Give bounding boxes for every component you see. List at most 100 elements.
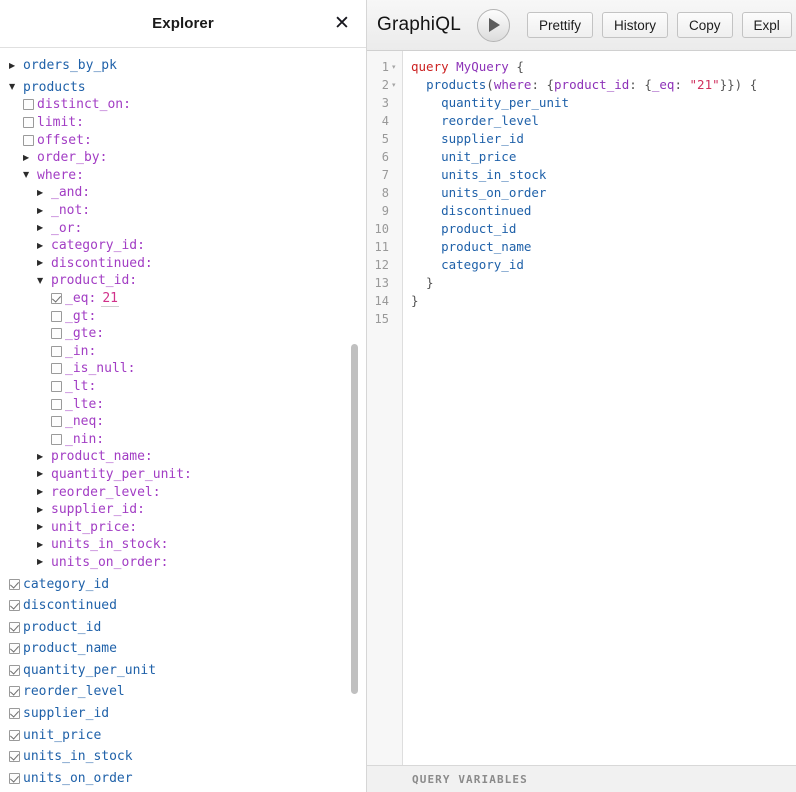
tree-item-where_discontinued[interactable]: ▶discontinued: [0,255,366,273]
tree-item-where_product_name[interactable]: ▶product_name: [0,448,366,466]
checkbox-_gt[interactable] [51,311,62,322]
tree-item-field_units_in_stock[interactable]: units_in_stock [0,748,366,766]
chevron-right-icon[interactable]: ▶ [37,523,48,531]
checkbox-_lte[interactable] [51,399,62,410]
chevron-right-icon[interactable]: ▶ [37,207,48,215]
tree-item-where_supplier_id[interactable]: ▶supplier_id: [0,501,366,519]
close-icon[interactable]: ✕ [332,14,352,34]
checkbox-offset[interactable] [23,135,34,146]
explorer-button[interactable]: Expl [742,12,792,38]
tree-item-field_category_id[interactable]: category_id [0,575,366,593]
tree-item-_nin[interactable]: _nin: [0,430,366,448]
copy-button[interactable]: Copy [677,12,733,38]
explorer-scrollbar-thumb[interactable] [351,344,358,694]
tree-item-where[interactable]: ▼where: [0,167,366,185]
tree-item-_is_null[interactable]: _is_null: [0,360,366,378]
chevron-right-icon[interactable]: ▶ [37,453,48,461]
checkbox-_is_null[interactable] [51,363,62,374]
tree-item-products[interactable]: ▼products [0,79,366,97]
tree-item-label: _lt: [65,379,96,394]
tree-item-where_unit_price[interactable]: ▶unit_price: [0,518,366,536]
tree-item-_gt[interactable]: _gt: [0,307,366,325]
chevron-down-icon[interactable]: ▼ [9,83,20,91]
chevron-right-icon[interactable]: ▶ [37,488,48,496]
checkbox-_nin[interactable] [51,434,62,445]
chevron-down-icon[interactable]: ▼ [23,171,34,179]
checkbox-limit[interactable] [23,117,34,128]
tree-item-_lte[interactable]: _lte: [0,395,366,413]
checkbox-field_units_on_order[interactable] [9,773,20,784]
fold-toggle-icon[interactable]: ▾ [392,81,398,89]
tree-item-_eq[interactable]: _eq:21 [0,290,366,308]
tree-item-field_product_name[interactable]: product_name [0,640,366,658]
code-token: units_on_order [411,185,546,200]
tree-item-where_product_id[interactable]: ▼product_id: [0,272,366,290]
tree-item-field_units_on_order[interactable]: units_on_order [0,770,366,788]
checkbox-_gte[interactable] [51,328,62,339]
tree-item-_and[interactable]: ▶_and: [0,184,366,202]
tree-item-order_by[interactable]: ▶order_by: [0,149,366,167]
checkbox-_neq[interactable] [51,416,62,427]
checkbox-_lt[interactable] [51,381,62,392]
chevron-down-icon[interactable]: ▼ [37,277,48,285]
chevron-right-icon[interactable]: ▶ [37,541,48,549]
tree-item-field_product_id[interactable]: product_id [0,618,366,636]
chevron-right-icon[interactable]: ▶ [37,189,48,197]
chevron-right-icon[interactable]: ▶ [23,154,34,162]
tree-item-field_reorder_level[interactable]: reorder_level [0,683,366,701]
checkbox-_in[interactable] [51,346,62,357]
tree-item-where_units_on_order[interactable]: ▶units_on_order: [0,554,366,572]
tree-item-label: product_id [23,620,101,635]
tree-item-offset[interactable]: offset: [0,131,366,149]
checkbox-field_discontinued[interactable] [9,600,20,611]
line-number: 11 [375,240,389,254]
prettify-button[interactable]: Prettify [527,12,593,38]
checkbox-field_reorder_level[interactable] [9,686,20,697]
tree-item-distinct_on[interactable]: distinct_on: [0,96,366,114]
tree-item-label: category_id: [51,238,145,253]
tree-item-where_quantity_per_unit[interactable]: ▶quantity_per_unit: [0,466,366,484]
checkbox-field_quantity_per_unit[interactable] [9,665,20,676]
checkbox-field_product_name[interactable] [9,643,20,654]
chevron-right-icon[interactable]: ▶ [37,506,48,514]
fold-toggle-icon[interactable]: ▾ [392,63,398,71]
tree-item-field_supplier_id[interactable]: supplier_id [0,705,366,723]
tree-item-value-input[interactable]: 21 [101,291,119,307]
chevron-right-icon[interactable]: ▶ [37,558,48,566]
tree-item-label: product_name: [51,449,153,464]
tree-item-orders_by_pk[interactable]: ▶orders_by_pk [0,57,366,75]
query-editor[interactable]: 1▾2▾3▾4▾5▾6▾7▾8▾9▾10▾11▾12▾13▾14▾15▾ que… [367,51,796,765]
chevron-right-icon[interactable]: ▶ [37,224,48,232]
history-button[interactable]: History [602,12,668,38]
tree-item-_in[interactable]: _in: [0,343,366,361]
checkbox-field_supplier_id[interactable] [9,708,20,719]
checkbox-_eq[interactable] [51,293,62,304]
tree-item-_or[interactable]: ▶_or: [0,219,366,237]
checkbox-field_category_id[interactable] [9,579,20,590]
tree-item-_lt[interactable]: _lt: [0,378,366,396]
tree-item-limit[interactable]: limit: [0,114,366,132]
tree-item-field_unit_price[interactable]: unit_price [0,726,366,744]
tree-item-_not[interactable]: ▶_not: [0,202,366,220]
editor-code[interactable]: query MyQuery { products(where: {product… [403,51,796,765]
chevron-right-icon[interactable]: ▶ [37,470,48,478]
tree-item-where_reorder_level[interactable]: ▶reorder_level: [0,483,366,501]
tree-item-where_units_in_stock[interactable]: ▶units_in_stock: [0,536,366,554]
checkbox-field_unit_price[interactable] [9,730,20,741]
chevron-right-icon[interactable]: ▶ [37,259,48,267]
checkbox-field_product_id[interactable] [9,622,20,633]
gutter-line: 6▾ [367,148,402,166]
checkbox-distinct_on[interactable] [23,99,34,110]
gutter-line: 12▾ [367,256,402,274]
tree-item-field_discontinued[interactable]: discontinued [0,597,366,615]
tree-item-field_quantity_per_unit[interactable]: quantity_per_unit [0,662,366,680]
execute-query-button[interactable] [477,9,510,42]
tree-item-_gte[interactable]: _gte: [0,325,366,343]
chevron-right-icon[interactable]: ▶ [9,62,20,70]
explorer-scrollbar-track[interactable] [351,48,358,792]
chevron-right-icon[interactable]: ▶ [37,242,48,250]
tree-item-where_category_id[interactable]: ▶category_id: [0,237,366,255]
checkbox-field_units_in_stock[interactable] [9,751,20,762]
query-variables-bar[interactable]: QUERY VARIABLES [367,765,796,792]
tree-item-_neq[interactable]: _neq: [0,413,366,431]
